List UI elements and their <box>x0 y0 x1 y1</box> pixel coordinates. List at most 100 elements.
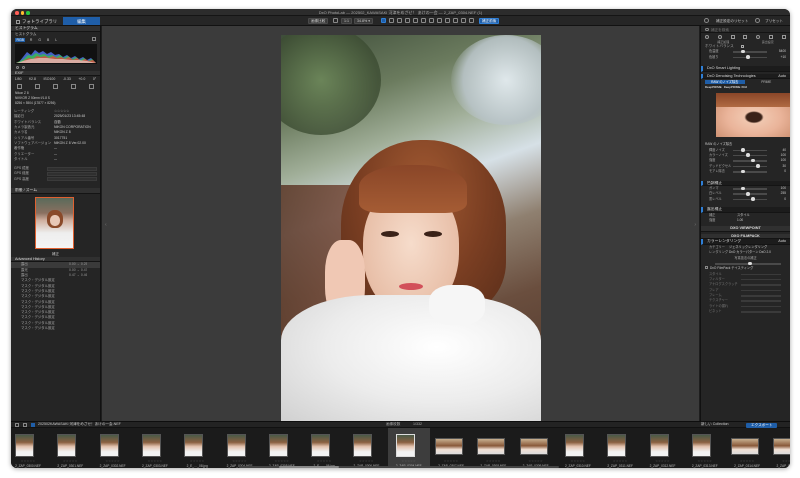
gps-field[interactable] <box>47 177 97 182</box>
style-slider[interactable] <box>741 295 781 297</box>
adjust-slider[interactable] <box>733 169 767 174</box>
thumbnail[interactable]: ☆☆☆☆☆2_ZAP_0304.NEF <box>219 428 261 468</box>
thumbnail-rating[interactable]: ☆☆☆☆☆ <box>430 459 472 463</box>
thumbnail-rating[interactable]: ☆☆☆☆☆ <box>515 459 557 463</box>
gps-field[interactable] <box>47 166 97 171</box>
thumbnail-rating[interactable]: ☆☆☆☆☆ <box>11 459 49 463</box>
thumbnail-rating[interactable]: ☆☆☆☆☆ <box>176 459 218 463</box>
adjust-slider[interactable] <box>733 158 767 163</box>
thumbnail[interactable]: ☆☆☆☆☆ 2_ZAP_0303.NEF <box>134 428 176 468</box>
export-button[interactable]: エクスポート <box>746 422 778 428</box>
style-slider[interactable] <box>741 305 781 308</box>
thumbnail-rating[interactable]: ☆☆☆☆☆ <box>49 459 91 463</box>
histogram-mode-b[interactable]: B <box>45 38 50 42</box>
undo-icon[interactable] <box>333 18 338 23</box>
thumbnail[interactable]: ☆☆☆☆☆2_E_…_06.jpg <box>303 428 345 468</box>
thumbnail[interactable]: ☆☆☆☆☆ 2_ZAP_0311.NEF <box>599 428 641 468</box>
denoise-header[interactable]: DxO Denoising Technologies Auto <box>701 73 790 80</box>
style-slider[interactable] <box>741 311 781 313</box>
slider-knob[interactable] <box>746 191 750 196</box>
thumbnail-rating[interactable]: ☆☆☆☆☆ <box>219 459 261 463</box>
thumbnail[interactable]: ☆☆☆☆☆ 2_ZAP_0313.NEF <box>684 428 726 468</box>
adjust-slider[interactable] <box>733 197 767 201</box>
thumbnail[interactable]: ☆☆☆☆☆ 2_ZAP_0302.NEF <box>92 428 134 468</box>
straighten-icon[interactable] <box>389 18 394 23</box>
zoom-level-select[interactable]: 34.8% ▾ <box>354 17 373 24</box>
adjust-slider[interactable] <box>733 164 767 168</box>
collapse-left-icon[interactable]: ‹ <box>105 222 107 228</box>
slider-knob[interactable] <box>746 55 750 59</box>
thumbnail-rating[interactable]: ☆☆☆☆☆ <box>134 459 176 463</box>
slider-knob[interactable] <box>741 148 745 152</box>
color-render-mode[interactable]: Auto <box>778 239 786 244</box>
denoise-prime-button[interactable]: PRIME <box>747 80 787 84</box>
gradient-icon[interactable] <box>429 18 434 23</box>
slider-knob[interactable] <box>741 169 745 174</box>
detail-palette-icon[interactable] <box>730 34 735 39</box>
presets-button[interactable]: プリセット <box>762 18 786 25</box>
zoom-fit-button[interactable]: 1:1 <box>341 17 352 24</box>
picker-icon[interactable] <box>445 18 450 23</box>
clip-shadow-icon[interactable] <box>16 65 19 69</box>
perspective-icon[interactable] <box>397 18 402 23</box>
thumbnail[interactable]: ☆☆☆☆☆2_ZAP_0307.NEF <box>430 428 472 468</box>
adjust-slider[interactable] <box>733 55 767 59</box>
thumbnail[interactable]: ☆☆☆☆☆ 2_ZAP_0312.NEF <box>642 428 684 468</box>
gps-field[interactable] <box>47 172 97 176</box>
thumbnail-rating[interactable]: ☆☆☆☆☆ <box>684 459 726 463</box>
thumbnail-rating[interactable]: ☆☆☆☆☆ <box>472 459 514 463</box>
adjust-slider[interactable] <box>733 191 767 196</box>
main-photo[interactable] <box>281 35 541 421</box>
exif-header[interactable]: EXIF <box>11 70 100 77</box>
info-icon[interactable] <box>469 18 474 23</box>
thumbnail[interactable]: ☆☆☆☆☆2_ZAP_0306.NEF <box>345 428 387 468</box>
grid-icon[interactable] <box>453 18 458 23</box>
style-slider[interactable] <box>741 300 781 302</box>
thumbnail[interactable]: ☆☆☆☆☆2_ZAP_0305.NEF <box>261 428 303 468</box>
collection-select[interactable]: 新しい Collection <box>701 422 729 428</box>
histogram-mode-rgb[interactable]: RGB <box>15 37 26 42</box>
adjust-slider[interactable] <box>733 186 767 191</box>
presets-icon[interactable] <box>755 18 760 23</box>
eyedropper-icon[interactable] <box>741 45 744 48</box>
filmstrip-scrollbar[interactable] <box>239 466 559 468</box>
slider-value[interactable]: +10 <box>781 55 786 60</box>
local-palette-icon[interactable] <box>756 34 761 39</box>
histogram-mode-g[interactable]: G <box>37 38 43 42</box>
adjust-slider[interactable] <box>733 153 767 158</box>
pen-row[interactable]: 強度 1.00 <box>701 218 790 223</box>
thumbnail[interactable]: ☆☆☆☆☆2_ZAP_0309.NEF <box>515 428 557 468</box>
mask-icon[interactable] <box>437 18 442 23</box>
reset-settings-button[interactable]: 補正設定のリセット <box>713 18 751 25</box>
thumbnail-rating[interactable]: ☆☆☆☆☆ <box>345 459 387 463</box>
thumbnail-rating[interactable]: ☆☆☆☆☆ <box>726 459 768 463</box>
thumbnail[interactable]: ☆☆☆☆☆ 2_ZAP_0310.NEF <box>557 428 599 468</box>
thumbnail-rating[interactable]: ☆☆☆☆☆ <box>303 459 345 463</box>
thumbnail[interactable]: ☆☆☆☆☆2_ZAP_0315.NEF <box>768 428 790 468</box>
intensity-knob[interactable] <box>748 261 752 266</box>
navigator-thumbnail[interactable] <box>35 196 74 249</box>
style-slider[interactable] <box>741 273 781 276</box>
thumbnail[interactable]: ☆☆☆☆☆2_ZAP_0308.NEF <box>472 428 514 468</box>
adjust-slider[interactable] <box>733 49 767 54</box>
thumbnail[interactable]: ☆☆☆☆☆ 2_E_…_08.jpg <box>176 428 218 468</box>
thumbnail-rating[interactable]: ☆☆☆☆☆ <box>557 459 599 463</box>
red-eye-icon[interactable] <box>405 18 410 23</box>
slider-value[interactable]: 0 <box>784 197 786 202</box>
collapse-right-icon[interactable]: › <box>694 222 696 228</box>
style-slider[interactable] <box>741 278 781 281</box>
geometry-palette-icon[interactable] <box>743 34 748 39</box>
loupe-preview[interactable] <box>716 93 790 138</box>
local-adjust-icon[interactable] <box>421 18 426 23</box>
viewpoint-header[interactable]: DXO VIEWPOINT <box>701 226 790 232</box>
style-row[interactable]: ビネット <box>701 309 790 314</box>
sort-icon[interactable] <box>23 423 27 427</box>
favorites-palette-icon[interactable] <box>781 34 786 39</box>
filmpack-checkbox[interactable] <box>705 266 708 270</box>
crop-icon[interactable] <box>381 18 386 23</box>
compare-button[interactable]: 画像比較 <box>308 17 329 24</box>
thumbnail-rating[interactable]: ☆☆☆☆☆ <box>768 459 790 463</box>
histogram-mode-r[interactable]: R <box>28 38 33 42</box>
slider-value[interactable]: 0 <box>784 169 786 174</box>
style-slider[interactable] <box>741 284 781 286</box>
